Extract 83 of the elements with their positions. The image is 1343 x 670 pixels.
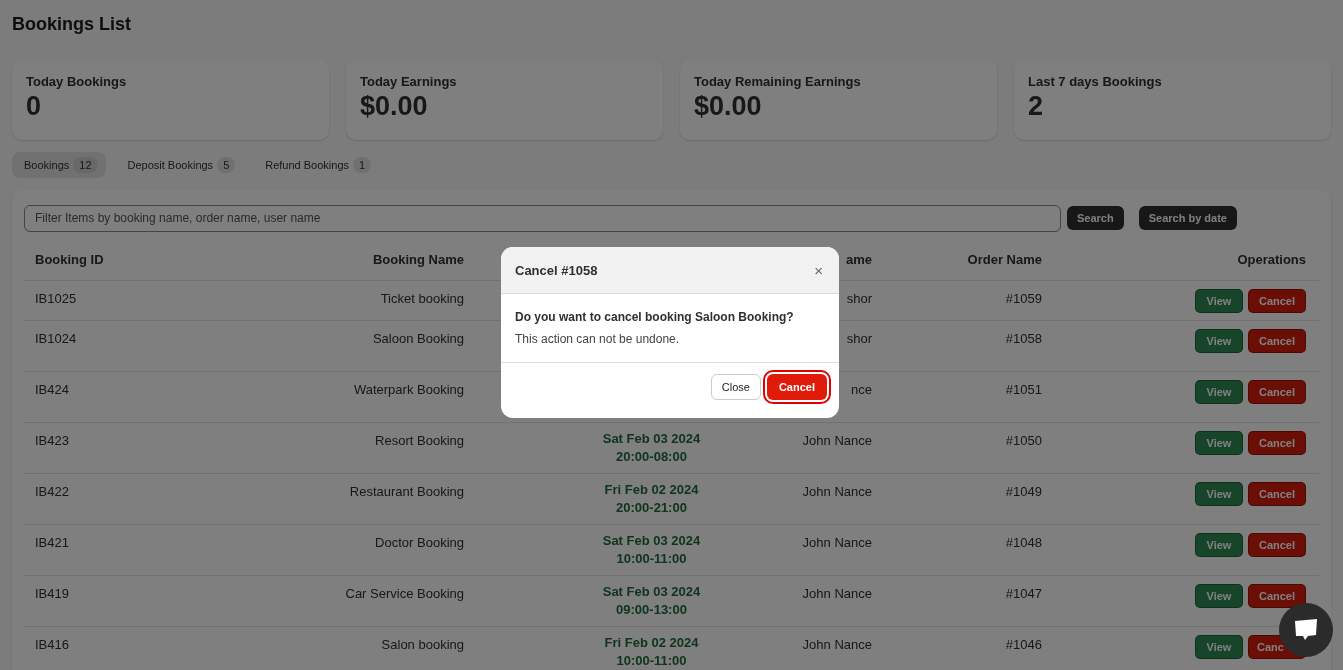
cancel-button[interactable]: Cancel xyxy=(1248,584,1306,608)
date-cell: Fri Feb 02 2024 10:00-11:00 xyxy=(604,634,699,670)
table-cell: John Nance xyxy=(802,433,872,448)
table-cell: IB422 xyxy=(35,484,69,499)
table-cell: Waterpark Booking xyxy=(353,382,464,397)
stat-value: $0.00 xyxy=(360,91,429,122)
table-cell: Doctor Booking xyxy=(375,535,464,550)
table-cell: #1047 xyxy=(1005,586,1042,601)
table-cell: Resort Booking xyxy=(375,433,464,448)
table-cell: #1049 xyxy=(1005,484,1042,499)
view-button[interactable]: View xyxy=(1195,635,1243,659)
table-cell: #1051 xyxy=(1005,382,1042,397)
stat-value: 0 xyxy=(26,91,43,122)
view-button[interactable]: View xyxy=(1195,533,1243,557)
view-button[interactable]: View xyxy=(1195,431,1243,455)
modal-title: Cancel #1058 xyxy=(515,262,598,278)
tab-label: Deposit Bookings xyxy=(127,159,214,171)
column-header: Order Name xyxy=(967,252,1042,267)
view-button[interactable]: View xyxy=(1195,584,1243,608)
table-cell: John Nance xyxy=(802,484,872,499)
table-cell: nce xyxy=(851,382,872,397)
chat-icon xyxy=(1293,618,1319,642)
page-title: Bookings List xyxy=(12,13,132,36)
cancel-button[interactable]: Cancel xyxy=(1248,533,1306,557)
count-badge: 12 xyxy=(73,157,98,173)
count-badge: 1 xyxy=(353,157,372,173)
table-cell: shor xyxy=(846,291,872,306)
modal-note: This action can not be undone. xyxy=(515,332,681,346)
tab[interactable]: Refund Bookings 1 xyxy=(253,152,380,178)
table-cell: IB424 xyxy=(35,382,69,397)
tab-label: Bookings xyxy=(24,159,70,171)
search-button[interactable]: Search by date xyxy=(1138,206,1237,230)
table-cell: IB421 xyxy=(35,535,69,550)
close-button[interactable]: Close xyxy=(710,374,761,400)
stat-value: 2 xyxy=(1028,91,1045,122)
table-cell: shor xyxy=(846,331,872,346)
tab-label: Refund Bookings xyxy=(265,159,350,171)
cancel-button[interactable]: Cancel xyxy=(1248,289,1306,313)
table-cell: IB419 xyxy=(35,586,69,601)
date-cell: Sat Feb 03 2024 10:00-11:00 xyxy=(602,532,701,568)
modal-question: Do you want to cancel booking Saloon Booking? xyxy=(515,310,795,324)
date-cell: Sat Feb 03 2024 20:00-08:00 xyxy=(602,430,701,466)
cancel-button[interactable]: Cancel xyxy=(1248,380,1306,404)
table-cell: IB1025 xyxy=(35,291,77,306)
column-header: Booking ID xyxy=(35,252,104,267)
stat-label: Today Remaining Earnings xyxy=(694,74,862,89)
view-button[interactable]: View xyxy=(1195,329,1243,353)
table-cell: #1050 xyxy=(1005,433,1042,448)
table-cell: #1048 xyxy=(1005,535,1042,550)
table-cell: IB1024 xyxy=(35,331,77,346)
view-button[interactable]: View xyxy=(1195,482,1243,506)
cancel-button[interactable]: Cancel xyxy=(1248,482,1306,506)
table-cell: IB416 xyxy=(35,637,69,652)
date-cell: Fri Feb 02 2024 20:00-21:00 xyxy=(604,481,699,517)
cancel-button[interactable]: Cancel xyxy=(1248,329,1306,353)
tab[interactable]: Deposit Bookings 5 xyxy=(115,152,244,178)
table-cell: IB423 xyxy=(35,433,69,448)
column-header: Operations xyxy=(1237,252,1306,267)
table-cell: Salon booking xyxy=(381,637,464,652)
table-cell: Restaurant Booking xyxy=(349,484,464,499)
stat-value: $0.00 xyxy=(694,91,763,122)
table-cell: Ticket booking xyxy=(380,291,464,306)
table-cell: #1046 xyxy=(1005,637,1042,652)
search-field[interactable]: Filter Items by booking name, order name, user name xyxy=(24,204,1061,232)
cancel-button[interactable]: Cancel xyxy=(1248,431,1306,455)
date-cell: Sat Feb 03 2024 09:00-13:00 xyxy=(602,583,701,619)
search-button[interactable]: Search xyxy=(1067,206,1124,230)
table-cell: John Nance xyxy=(802,586,872,601)
tab[interactable]: Bookings 12 xyxy=(12,152,106,178)
count-badge: 5 xyxy=(217,157,236,173)
view-button[interactable]: View xyxy=(1195,380,1243,404)
table-cell: John Nance xyxy=(802,535,872,550)
stat-label: Last 7 days Bookings xyxy=(1028,74,1163,89)
table-cell: John Nance xyxy=(802,637,872,652)
view-button[interactable]: View xyxy=(1195,289,1243,313)
column-header: Booking Name xyxy=(373,252,464,267)
column-header: ame xyxy=(845,252,872,267)
table-cell: #1058 xyxy=(1005,331,1042,346)
table-cell: Car Service Booking xyxy=(345,586,464,601)
stat-label: Today Earnings xyxy=(360,74,458,89)
table-cell: #1059 xyxy=(1005,291,1042,306)
stat-label: Today Bookings xyxy=(26,74,128,89)
table-cell: Saloon Booking xyxy=(372,331,464,346)
